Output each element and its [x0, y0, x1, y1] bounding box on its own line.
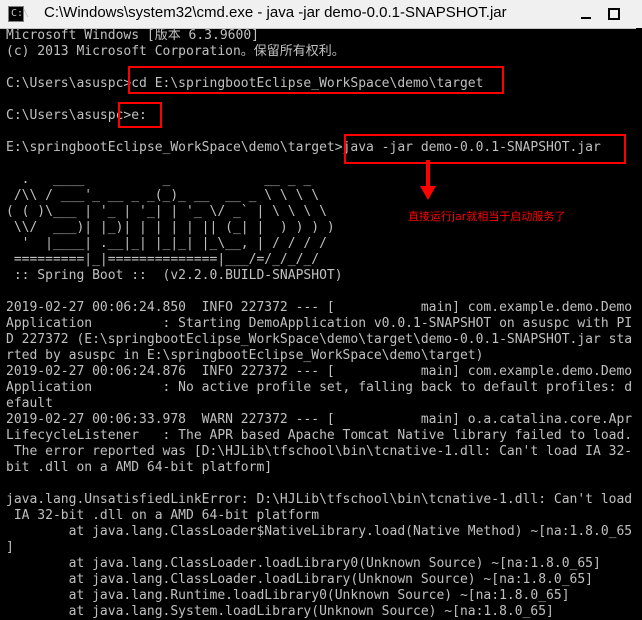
- window-titlebar[interactable]: C:\ C:\Windows\system32\cmd.exe - java -…: [0, 0, 642, 29]
- stacktrace-line: java.lang.UnsatisfiedLinkError: D:\HJLib…: [6, 492, 633, 507]
- console-output[interactable]: Microsoft Windows [版本 6.3.9600] (c) 2013…: [0, 28, 642, 620]
- window-title: C:\Windows\system32\cmd.exe - java -jar …: [44, 4, 507, 21]
- log-line: Application : No active profile set, fal…: [6, 380, 633, 395]
- drive-switch-highlight: [118, 102, 162, 128]
- cmd-icon-glyph: C:\: [11, 8, 30, 19]
- log-line: rted by asuspc in E:\springbootEclipse_W…: [6, 348, 484, 363]
- minimize-icon: [581, 17, 591, 19]
- console-line: Microsoft Windows [版本 6.3.9600]: [6, 28, 259, 43]
- spring-banner-line: /\\ / ___'_ __ _ _(_)_ __ __ _ \ \ \ \: [6, 188, 320, 203]
- spring-banner-line: ' |____| .__|_| |_|_| |_\__, | / / / /: [6, 236, 327, 251]
- log-line: D 227372 (E:\springbootEclipse_WorkSpace…: [6, 332, 633, 347]
- minimize-button[interactable]: [572, 0, 600, 28]
- cmd-icon[interactable]: C:\: [8, 6, 29, 22]
- stacktrace-line: at java.lang.ClassLoader$NativeLibrary.l…: [6, 524, 633, 539]
- cd-command-highlight: [128, 66, 504, 94]
- java-jar-command-highlight: [344, 134, 626, 164]
- log-line: The error reported was [D:\HJLib\tfschoo…: [6, 444, 633, 459]
- stacktrace-line: at java.lang.ClassLoader.loadLibrary0(Un…: [6, 556, 601, 571]
- maximize-button[interactable]: [600, 0, 628, 28]
- log-line: bit .dll on a AMD 64-bit platform]: [6, 460, 273, 475]
- console-line: (c) 2013 Microsoft Corporation。保留所有权利。: [6, 44, 345, 59]
- stacktrace-line: at java.lang.ClassLoader.loadLibrary(Unk…: [6, 572, 593, 587]
- log-line: 2019-02-27 00:06:24.876 INFO 227372 --- …: [6, 364, 633, 379]
- stacktrace-line: ]: [6, 540, 14, 555]
- spring-banner-line: . ____ _ __ _ _: [6, 172, 312, 187]
- stacktrace-line: at java.lang.System.loadLibrary(Unknown …: [6, 604, 554, 619]
- log-line: efault: [6, 396, 53, 411]
- spring-banner-line: =========|_|==============|___/=/_/_/_/: [6, 252, 320, 267]
- spring-banner-line: ( ( )\___ | '_ | '_| | '_ \/ _` | \ \ \ …: [6, 204, 327, 219]
- vertical-scrollbar[interactable]: [636, 28, 642, 620]
- log-line: 2019-02-27 00:06:24.850 INFO 227372 --- …: [6, 300, 633, 315]
- log-line: LifecycleListener : The APR based Apache…: [6, 428, 633, 443]
- maximize-icon: [608, 8, 620, 20]
- stacktrace-line: at java.lang.Runtime.loadLibrary0(Unknow…: [6, 588, 570, 603]
- annotation-arrow-icon: [420, 160, 436, 200]
- annotation-text: 直接运行jar就相当于启动服务了: [408, 210, 566, 223]
- stacktrace-line: IA 32-bit .dll on a AMD 64-bit platform: [6, 508, 320, 523]
- log-line: Application : Starting DemoApplication v…: [6, 316, 633, 331]
- spring-boot-version-line: :: Spring Boot :: (v2.2.0.BUILD-SNAPSHOT…: [6, 268, 343, 283]
- spring-banner-line: \\/ ___)| |_)| | | | | || (_| | ) ) ) ): [6, 220, 335, 235]
- log-line: 2019-02-27 00:06:33.978 WARN 227372 --- …: [6, 412, 633, 427]
